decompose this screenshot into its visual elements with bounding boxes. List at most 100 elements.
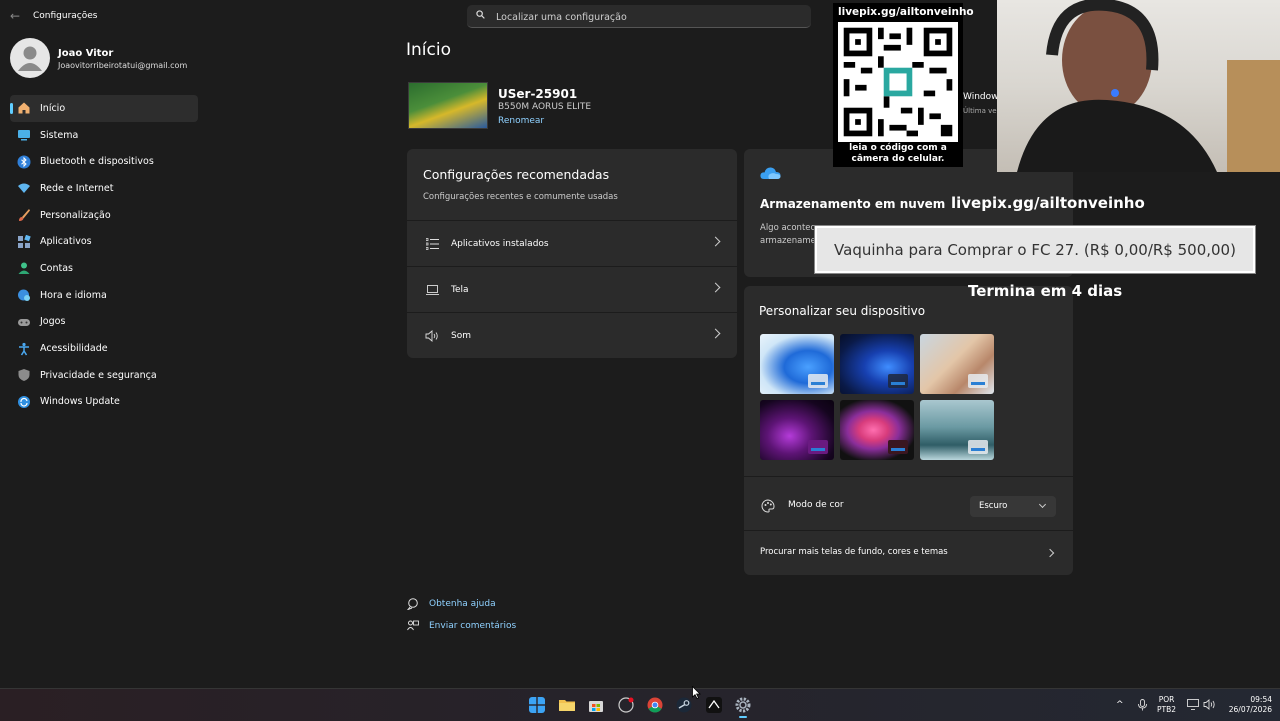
gamepad-icon (17, 315, 31, 329)
steam-icon[interactable] (676, 697, 692, 713)
sidebar-item-privacidade[interactable]: Privacidade e segurança (10, 362, 198, 389)
accessibility-icon (17, 342, 31, 356)
divider (744, 476, 1073, 477)
microphone-icon[interactable] (1138, 699, 1147, 711)
divider (744, 530, 1073, 531)
sidebar-item-sistema[interactable]: Sistema (10, 122, 198, 149)
sidebar-item-rede[interactable]: Rede e Internet (10, 175, 198, 202)
personalize-title: Personalizar seu dispositivo (759, 304, 926, 318)
device-thumbnail (408, 82, 488, 129)
shield-icon (17, 368, 31, 382)
wallpaper-thumb-6[interactable] (920, 400, 994, 460)
user-name: Joao Vitor (58, 48, 114, 59)
user-email: Joaovitorribeirotatui@gmail.com (58, 61, 188, 70)
sidebar-item-label: Privacidade e segurança (40, 369, 157, 381)
sidebar-item-aplicativos[interactable]: Aplicativos (10, 228, 198, 255)
search-box[interactable] (467, 5, 811, 28)
rename-link[interactable]: Renomear (498, 116, 544, 126)
sidebar-item-contas[interactable]: Contas (10, 255, 198, 282)
sidebar-item-acessibilidade[interactable]: Acessibilidade (10, 335, 198, 362)
livepix-title: livepix.gg/ailtonveinho (951, 194, 1145, 212)
chevron-right-icon (710, 236, 721, 247)
cloud-storage-text-2: armazename (760, 236, 816, 246)
network-icon[interactable] (1187, 699, 1199, 710)
color-mode-select[interactable]: Escuro (970, 496, 1056, 517)
row-sound[interactable]: Som (407, 312, 737, 358)
brush-icon (17, 208, 31, 222)
qr-bottom-line-1: leia o código com a (849, 143, 947, 153)
wallpaper-thumb-4[interactable] (760, 400, 834, 460)
onedrive-cloud-icon (760, 167, 781, 179)
wallpaper-thumb-3[interactable] (920, 334, 994, 394)
clock-time: 09:54 (1250, 695, 1272, 704)
row-label: Aplicativos instalados (451, 238, 549, 249)
sidebar-item-hora[interactable]: Hora e idioma (10, 282, 198, 309)
avatar[interactable] (10, 38, 50, 78)
app-icon[interactable] (706, 697, 722, 713)
color-mode-value: Escuro (979, 501, 1008, 511)
row-installed-apps[interactable]: Aplicativos instalados (407, 220, 737, 266)
store-icon[interactable] (588, 697, 604, 713)
qr-bottom-line-2: câmera do celular. (851, 154, 945, 164)
sidebar-item-bluetooth[interactable]: Bluetooth e dispositivos (10, 148, 198, 175)
wallpaper-thumb-1[interactable] (760, 334, 834, 394)
get-help-link[interactable]: Obtenha ajuda (429, 599, 496, 609)
sidebar-item-windows-update[interactable]: Windows Update (10, 389, 198, 416)
taskbar: ^ POR PTB2 09:54 26/07/2026 (0, 688, 1280, 721)
theme-preview-icon (808, 374, 828, 388)
sidebar-item-inicio[interactable]: Início (10, 95, 198, 122)
theme-preview-icon (888, 440, 908, 454)
file-explorer-icon[interactable] (559, 697, 575, 713)
color-palette-icon (761, 499, 775, 513)
cloud-storage-text-1: Algo acontec (760, 223, 816, 233)
search-input[interactable] (494, 8, 798, 26)
chrome-icon[interactable] (647, 697, 663, 713)
volume-icon[interactable] (1203, 699, 1216, 710)
laptop-icon (425, 284, 439, 295)
speaker-icon (425, 329, 439, 342)
clock[interactable]: 09:54 26/07/2026 (1222, 695, 1272, 715)
home-icon (17, 101, 31, 115)
recommended-subtitle: Configurações recentes e comumente usada… (423, 192, 618, 202)
row-display[interactable]: Tela (407, 266, 737, 312)
search-icon (476, 10, 485, 19)
person-icon (17, 261, 31, 275)
sidebar-item-label: Sistema (40, 129, 79, 141)
theme-preview-icon (888, 374, 908, 388)
sidebar-item-label: Início (40, 102, 66, 114)
input-language[interactable]: POR PTB2 (1157, 695, 1176, 715)
chevron-right-icon (710, 282, 721, 293)
browse-more-link[interactable]: Procurar mais telas de fundo, cores e te… (760, 547, 948, 557)
sidebar-item-label: Rede e Internet (40, 182, 114, 194)
sidebar-item-label: Personalização (40, 209, 111, 221)
chevron-up-icon[interactable]: ^ (1116, 700, 1124, 710)
row-label: Som (451, 330, 471, 341)
sidebar-item-label: Windows Update (40, 396, 120, 408)
wallpaper-thumb-5[interactable] (840, 400, 914, 460)
sidebar-item-label: Acessibilidade (40, 343, 108, 355)
sidebar-item-jogos[interactable]: Jogos (10, 309, 198, 336)
active-app-indicator (739, 716, 747, 718)
back-icon[interactable]: ← (10, 9, 20, 23)
feedback-link[interactable]: Enviar comentários (429, 621, 516, 631)
row-label: Tela (451, 284, 469, 295)
theme-preview-icon (808, 440, 828, 454)
donation-goal-bar: Vaquinha para Comprar o FC 27. (R$ 0,00/… (814, 225, 1256, 274)
sidebar-item-label: Jogos (40, 316, 66, 328)
globe-clock-icon (17, 288, 31, 302)
feedback-icon (407, 620, 419, 631)
settings-gear-icon[interactable] (735, 697, 751, 713)
sidebar-item-personalizacao[interactable]: Personalização (10, 202, 198, 229)
donation-goal-ends: Termina em 4 dias (968, 282, 1123, 300)
app-notification-icon[interactable] (618, 697, 634, 713)
app-title: Configurações (33, 11, 98, 21)
start-icon[interactable] (529, 697, 545, 713)
language-code: POR (1158, 695, 1175, 704)
webcam-overlay (997, 0, 1280, 172)
windows-update-peek-sub: Última ve (963, 107, 997, 115)
apps-icon (17, 234, 31, 249)
monitor-icon (17, 128, 31, 142)
help-icon (407, 598, 418, 610)
sidebar-item-label: Hora e idioma (40, 289, 107, 301)
wallpaper-thumb-2[interactable] (840, 334, 914, 394)
